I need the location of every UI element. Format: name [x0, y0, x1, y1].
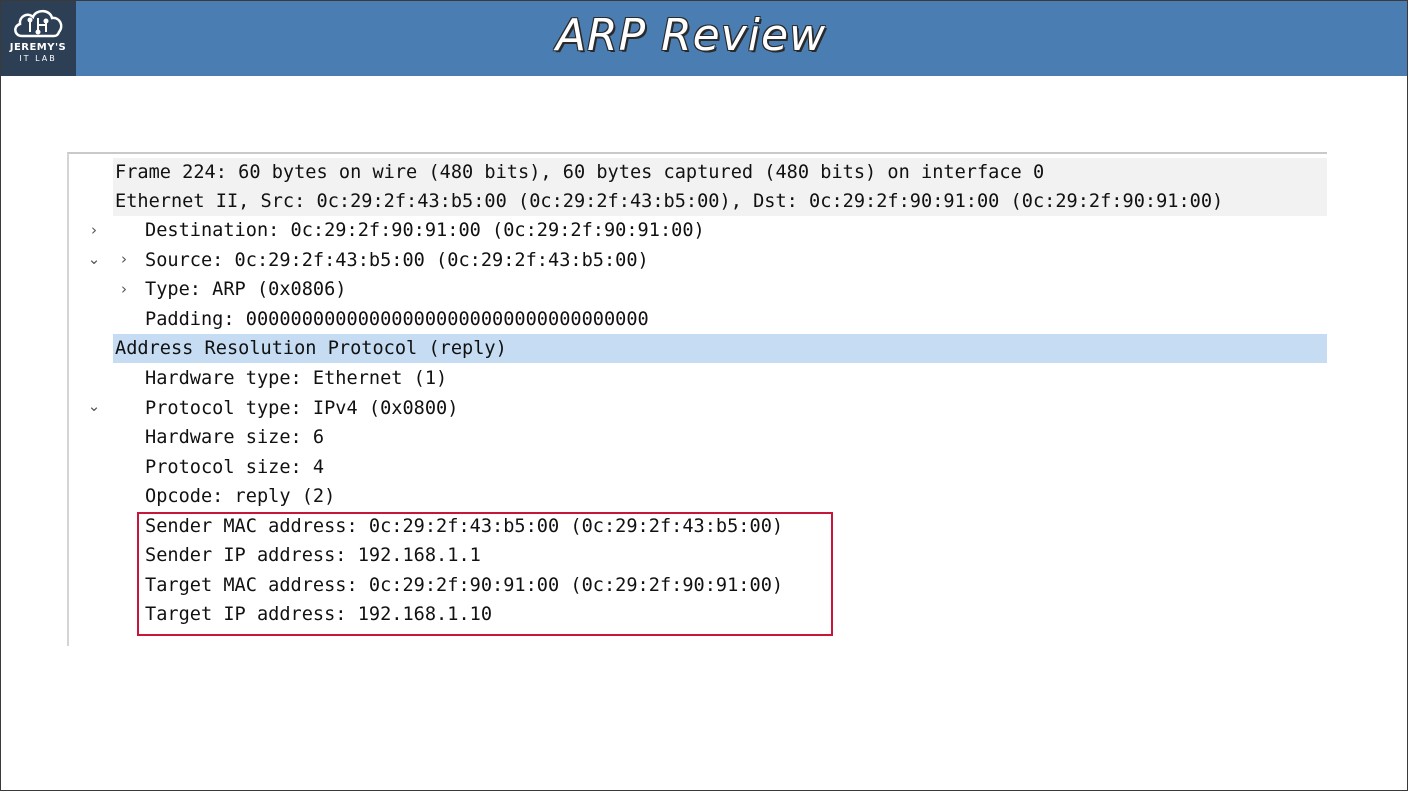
tree-row-hardware-type[interactable]: Hardware type: Ethernet (1)	[69, 364, 1327, 393]
tree-row-label: Sender MAC address: 0c:29:2f:43:b5:00 (0…	[145, 516, 784, 537]
tree-row-target-mac[interactable]: Target MAC address: 0c:29:2f:90:91:00 (0…	[69, 571, 1327, 600]
tree-row-label: Target IP address: 192.168.1.10	[145, 604, 493, 625]
tree-row-label: Source: 0c:29:2f:43:b5:00 (0c:29:2f:43:b…	[145, 250, 649, 271]
tree-row-arp-selected[interactable]: ⌄ Address Resolution Protocol (reply)	[69, 334, 1327, 415]
tree-row-source[interactable]: › Source: 0c:29:2f:43:b5:00 (0c:29:2f:43…	[69, 246, 1327, 298]
tree-row-label: Hardware type: Ethernet (1)	[145, 368, 448, 389]
tree-row-protocol-size[interactable]: Protocol size: 4	[69, 453, 1327, 482]
logo-text-line1: JEREMY'S	[9, 42, 67, 53]
jeremys-it-lab-logo: JEREMY'S IT LAB	[0, 0, 76, 76]
tree-row-label: Destination: 0c:29:2f:90:91:00 (0c:29:2f…	[145, 220, 705, 241]
tree-row-label: Hardware size: 6	[145, 427, 325, 448]
cloud-circuit-icon	[14, 9, 63, 38]
tree-row-label: Sender IP address: 192.168.1.1	[145, 545, 481, 566]
tree-row-label: Padding: 0000000000000000000000000000000…	[145, 309, 649, 330]
tree-row-protocol-type[interactable]: Protocol type: IPv4 (0x0800)	[69, 394, 1327, 423]
tree-row-label: Ethernet II, Src: 0c:29:2f:43:b5:00 (0c:…	[115, 191, 1224, 212]
tree-row-label: Type: ARP (0x0806)	[145, 279, 347, 300]
tree-row-type[interactable]: Type: ARP (0x0806)	[69, 275, 1327, 304]
tree-row-padding[interactable]: Padding: 0000000000000000000000000000000…	[69, 305, 1327, 334]
tree-row-opcode[interactable]: Opcode: reply (2)	[69, 482, 1327, 511]
tree-row-label: Protocol type: IPv4 (0x0800)	[145, 398, 459, 419]
tree-row-sender-ip[interactable]: Sender IP address: 192.168.1.1	[69, 541, 1327, 570]
tree-row-destination[interactable]: › Destination: 0c:29:2f:90:91:00 (0c:29:…	[69, 216, 1327, 268]
tree-row-label: Address Resolution Protocol (reply)	[115, 338, 507, 359]
tree-row-label: Target MAC address: 0c:29:2f:90:91:00 (0…	[145, 575, 784, 596]
tree-row-sender-mac[interactable]: Sender MAC address: 0c:29:2f:43:b5:00 (0…	[69, 512, 1327, 541]
tree-row-ethernet[interactable]: ⌄ Ethernet II, Src: 0c:29:2f:43:b5:00 (0…	[69, 187, 1327, 268]
logo-text-line2: IT LAB	[19, 54, 57, 63]
tree-row-target-ip[interactable]: Target IP address: 192.168.1.10	[69, 600, 1327, 629]
tree-row-label: Protocol size: 4	[145, 457, 325, 478]
tree-row-hardware-size[interactable]: Hardware size: 6	[69, 423, 1327, 452]
tree-row-label: Frame 224: 60 bytes on wire (480 bits), …	[115, 162, 1045, 183]
slide-title: ARP Review	[555, 10, 827, 61]
slide-header: JEREMY'S IT LAB ARP Review	[0, 0, 1408, 76]
packet-details-pane: › Frame 224: 60 bytes on wire (480 bits)…	[67, 152, 1327, 646]
tree-row-frame[interactable]: › Frame 224: 60 bytes on wire (480 bits)…	[69, 158, 1327, 239]
tree-row-label: Opcode: reply (2)	[145, 486, 336, 507]
